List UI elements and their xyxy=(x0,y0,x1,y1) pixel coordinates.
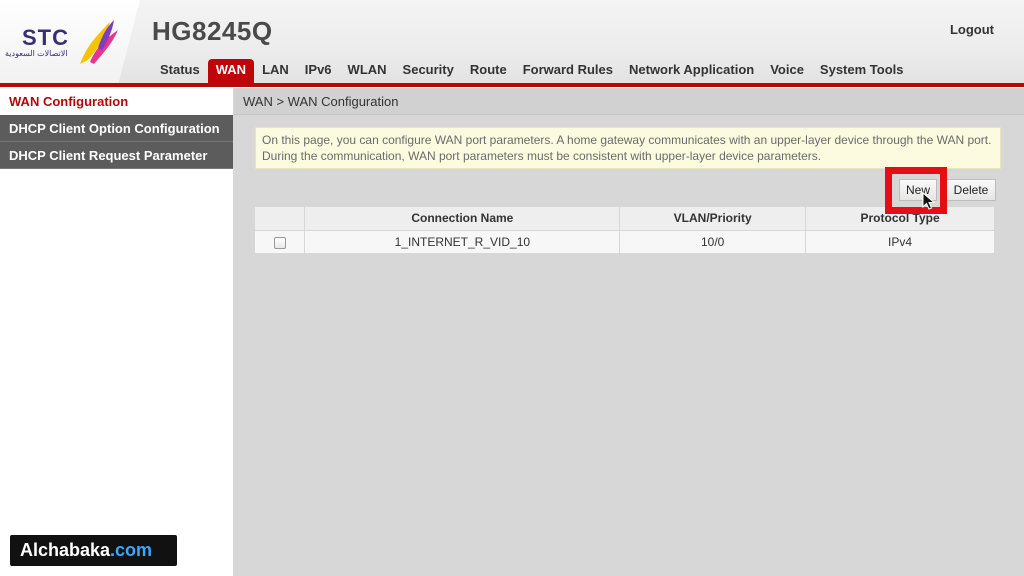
protocol-type-cell: IPv4 xyxy=(805,229,995,253)
column-header-vlan-priority: VLAN/Priority xyxy=(619,207,807,230)
vlan-priority-cell: 10/0 xyxy=(619,229,807,253)
wan-connection-table: Connection Name VLAN/Priority Protocol T… xyxy=(255,207,995,253)
nav-tab-wan[interactable]: WAN xyxy=(207,59,255,83)
breadcrumb: WAN > WAN Configuration xyxy=(234,88,1024,115)
info-notice: On this page, you can configure WAN port… xyxy=(255,127,1001,169)
watermark-main: Alchabaka xyxy=(20,540,111,560)
nav-tab-security[interactable]: Security xyxy=(395,58,462,83)
new-button[interactable]: New xyxy=(899,179,937,201)
main-content: WAN > WAN Configuration On this page, yo… xyxy=(234,88,1024,576)
table-row[interactable]: 1_INTERNET_R_VID_10 10/0 IPv4 xyxy=(255,229,995,253)
nav-tab-status[interactable]: Status xyxy=(152,58,208,83)
column-header-select xyxy=(255,207,306,230)
nav-tab-wlan[interactable]: WLAN xyxy=(340,58,395,83)
sidebar-item-wan-configuration[interactable]: WAN Configuration xyxy=(0,88,233,115)
nav-tab-voice[interactable]: Voice xyxy=(762,58,812,83)
nav-tab-network-application[interactable]: Network Application xyxy=(621,58,762,83)
row-checkbox[interactable] xyxy=(273,236,286,249)
logo-subtext: الاتصالات السعودية xyxy=(5,49,68,58)
stc-swirl-icon xyxy=(80,20,118,64)
watermark-tld: .com xyxy=(110,540,153,560)
router-admin-page: STC الاتصالات السعودية HG8245Q Logout St… xyxy=(0,0,1024,576)
stc-logo: STC الاتصالات السعودية xyxy=(0,0,140,85)
header-divider xyxy=(0,83,1024,87)
column-header-protocol-type: Protocol Type xyxy=(805,207,995,230)
header: STC الاتصالات السعودية HG8245Q Logout St… xyxy=(0,0,1024,85)
sidebar-item-dhcp-client-option[interactable]: DHCP Client Option Configuration xyxy=(0,115,233,142)
nav-tab-system-tools[interactable]: System Tools xyxy=(812,58,912,83)
watermark: Alchabaka.com xyxy=(10,535,177,566)
sidebar: WAN Configuration DHCP Client Option Con… xyxy=(0,88,234,576)
nav-tab-route[interactable]: Route xyxy=(462,58,515,83)
nav-tab-ipv6[interactable]: IPv6 xyxy=(297,58,340,83)
sidebar-item-dhcp-client-request[interactable]: DHCP Client Request Parameter xyxy=(0,142,233,169)
delete-button[interactable]: Delete xyxy=(946,179,996,201)
row-select-cell xyxy=(255,229,306,253)
nav-tab-forward-rules[interactable]: Forward Rules xyxy=(515,58,621,83)
logout-link[interactable]: Logout xyxy=(950,22,994,37)
nav-tab-lan[interactable]: LAN xyxy=(254,58,297,83)
table-header-row: Connection Name VLAN/Priority Protocol T… xyxy=(255,207,995,230)
device-model-title: HG8245Q xyxy=(152,16,273,46)
top-navigation: Status WAN LAN IPv6 WLAN Security Route … xyxy=(152,57,911,83)
logo-text: STC xyxy=(22,25,69,50)
column-header-connection-name: Connection Name xyxy=(304,207,621,230)
connection-name-cell: 1_INTERNET_R_VID_10 xyxy=(304,229,621,253)
